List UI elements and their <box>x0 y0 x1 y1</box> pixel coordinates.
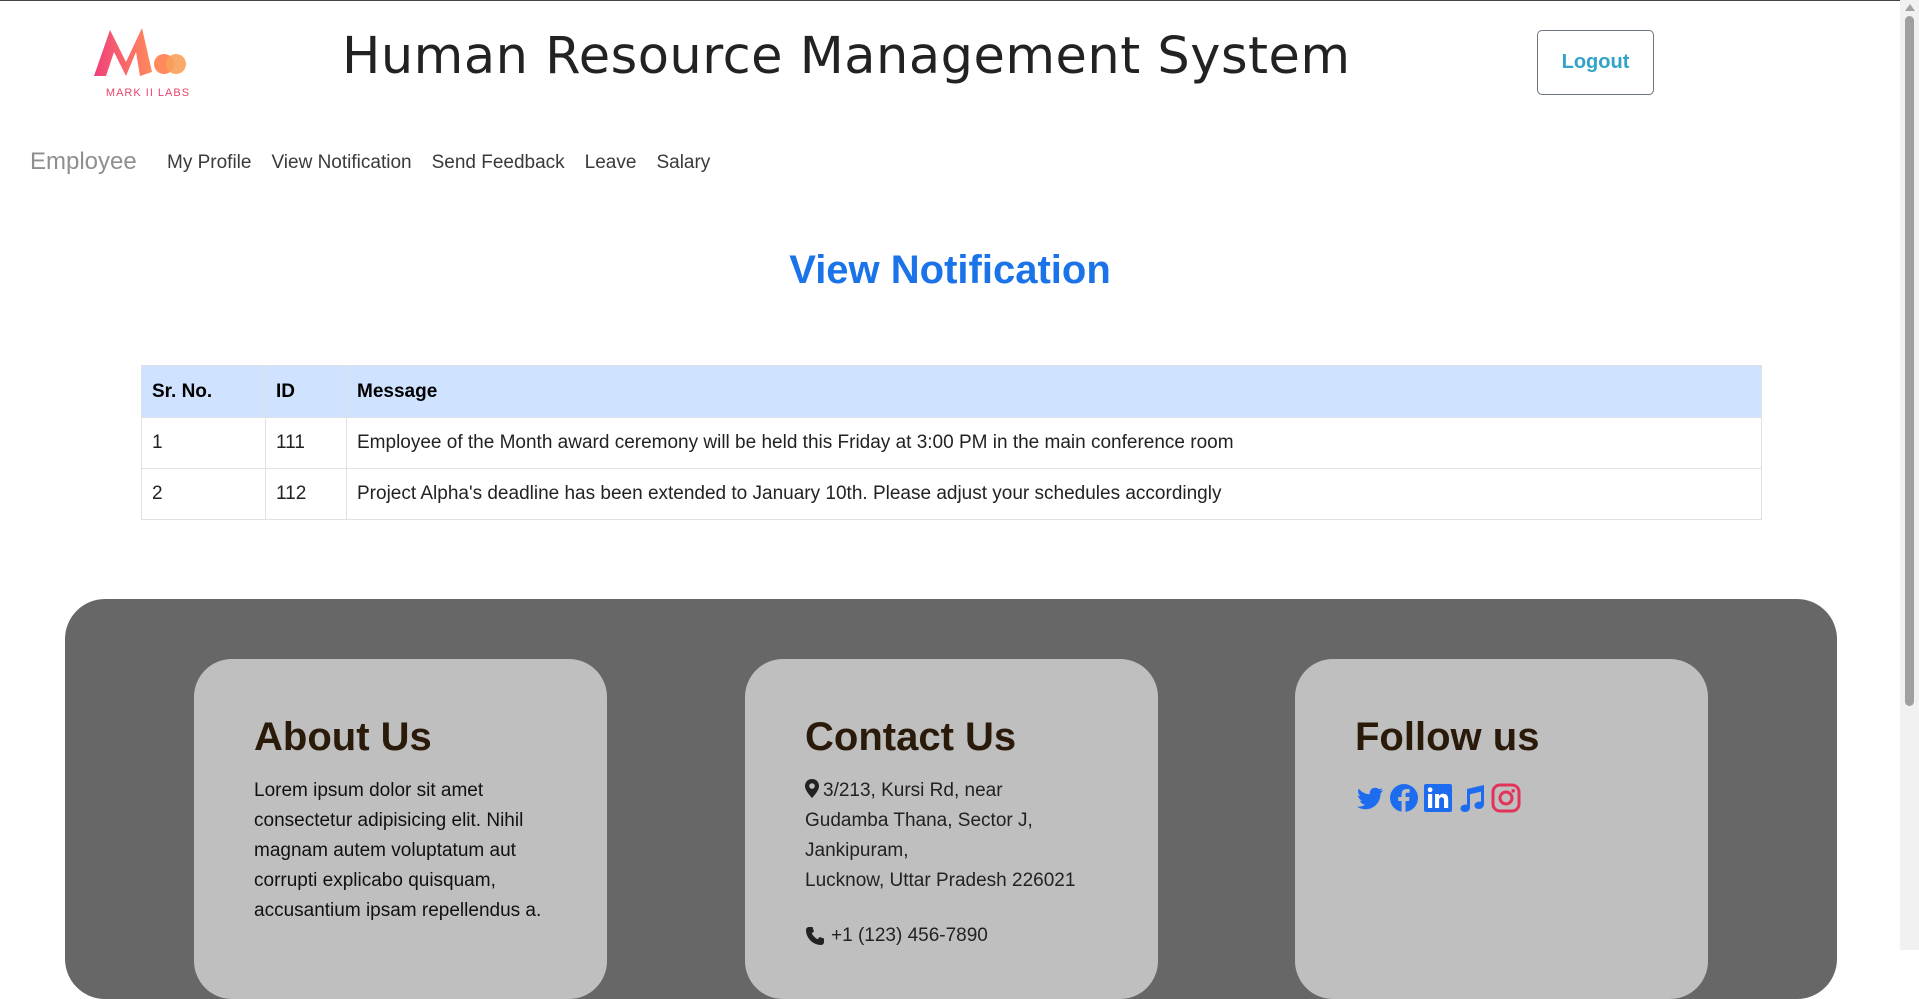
cell-message: Employee of the Month award ceremony wil… <box>346 417 1762 469</box>
music-icon[interactable] <box>1457 783 1487 813</box>
app-title: Human Resource Management System <box>342 27 1351 86</box>
address-line: Jankipuram, <box>805 840 909 861</box>
nav-item-leave[interactable]: Leave <box>585 152 637 174</box>
contact-us-title: Contact Us <box>805 715 1017 759</box>
logout-button[interactable]: Logout <box>1537 30 1654 95</box>
instagram-icon[interactable] <box>1491 783 1521 813</box>
cell-id: 112 <box>265 468 347 520</box>
page-scrollbar[interactable] <box>1900 0 1919 950</box>
column-header-id: ID <box>265 365 347 418</box>
facebook-icon[interactable] <box>1389 783 1419 813</box>
table-row: 2 112 Project Alpha's deadline has been … <box>141 468 1762 520</box>
about-us-text: Lorem ipsum dolor sit amet consectetur a… <box>254 780 542 921</box>
contact-phone: +1 (123) 456-7890 <box>805 925 988 947</box>
follow-us-card: Follow us <box>1295 659 1708 999</box>
footer: About Us Lorem ipsum dolor sit amet cons… <box>65 599 1837 999</box>
nav-item-my-profile[interactable]: My Profile <box>167 152 251 174</box>
about-us-card: About Us Lorem ipsum dolor sit amet cons… <box>194 659 607 999</box>
window-top-border <box>0 0 1919 1</box>
twitter-icon[interactable] <box>1355 783 1385 813</box>
column-header-message: Message <box>346 365 1762 418</box>
nav-brand[interactable]: Employee <box>30 148 137 176</box>
cell-sr-no: 1 <box>141 417 266 469</box>
page-title: View Notification <box>789 248 1111 292</box>
cell-message: Project Alpha's deadline has been extend… <box>346 468 1762 520</box>
contact-address: 3/213, Kursi Rd, near Gudamba Thana, Sec… <box>805 776 1105 896</box>
phone-icon <box>806 927 824 945</box>
main-nav: My Profile View Notification Send Feedba… <box>167 152 710 174</box>
cell-id: 111 <box>265 417 347 469</box>
cell-sr-no: 2 <box>141 468 266 520</box>
mark-ii-labs-logo[interactable]: MARK II LABS <box>90 22 206 100</box>
follow-us-title: Follow us <box>1355 715 1540 759</box>
scrollbar-thumb[interactable] <box>1905 16 1914 706</box>
map-marker-icon <box>805 779 819 798</box>
about-us-title: About Us <box>254 715 432 759</box>
nav-item-view-notification[interactable]: View Notification <box>271 152 411 174</box>
column-header-sr-no: Sr. No. <box>141 365 266 418</box>
notification-table: Sr. No. ID Message 1 111 Employee of the… <box>141 365 1762 520</box>
address-line: Lucknow, Uttar Pradesh 226021 <box>805 870 1076 891</box>
nav-item-send-feedback[interactable]: Send Feedback <box>432 152 565 174</box>
address-line: Gudamba Thana, Sector J, <box>805 810 1033 831</box>
logo-text: MARK II LABS <box>106 87 190 99</box>
social-icons <box>1355 783 1521 813</box>
table-row: 1 111 Employee of the Month award ceremo… <box>141 417 1762 469</box>
scroll-up-arrow-icon[interactable] <box>1905 4 1915 11</box>
linkedin-icon[interactable] <box>1423 783 1453 813</box>
contact-us-card: Contact Us 3/213, Kursi Rd, near Gudamba… <box>745 659 1158 999</box>
nav-item-salary[interactable]: Salary <box>656 152 710 174</box>
address-line: 3/213, Kursi Rd, near <box>823 780 1003 801</box>
logo-graphic: MARK II LABS <box>94 28 190 99</box>
phone-number: +1 (123) 456-7890 <box>831 925 988 946</box>
table-header-row: Sr. No. ID Message <box>141 365 1762 418</box>
